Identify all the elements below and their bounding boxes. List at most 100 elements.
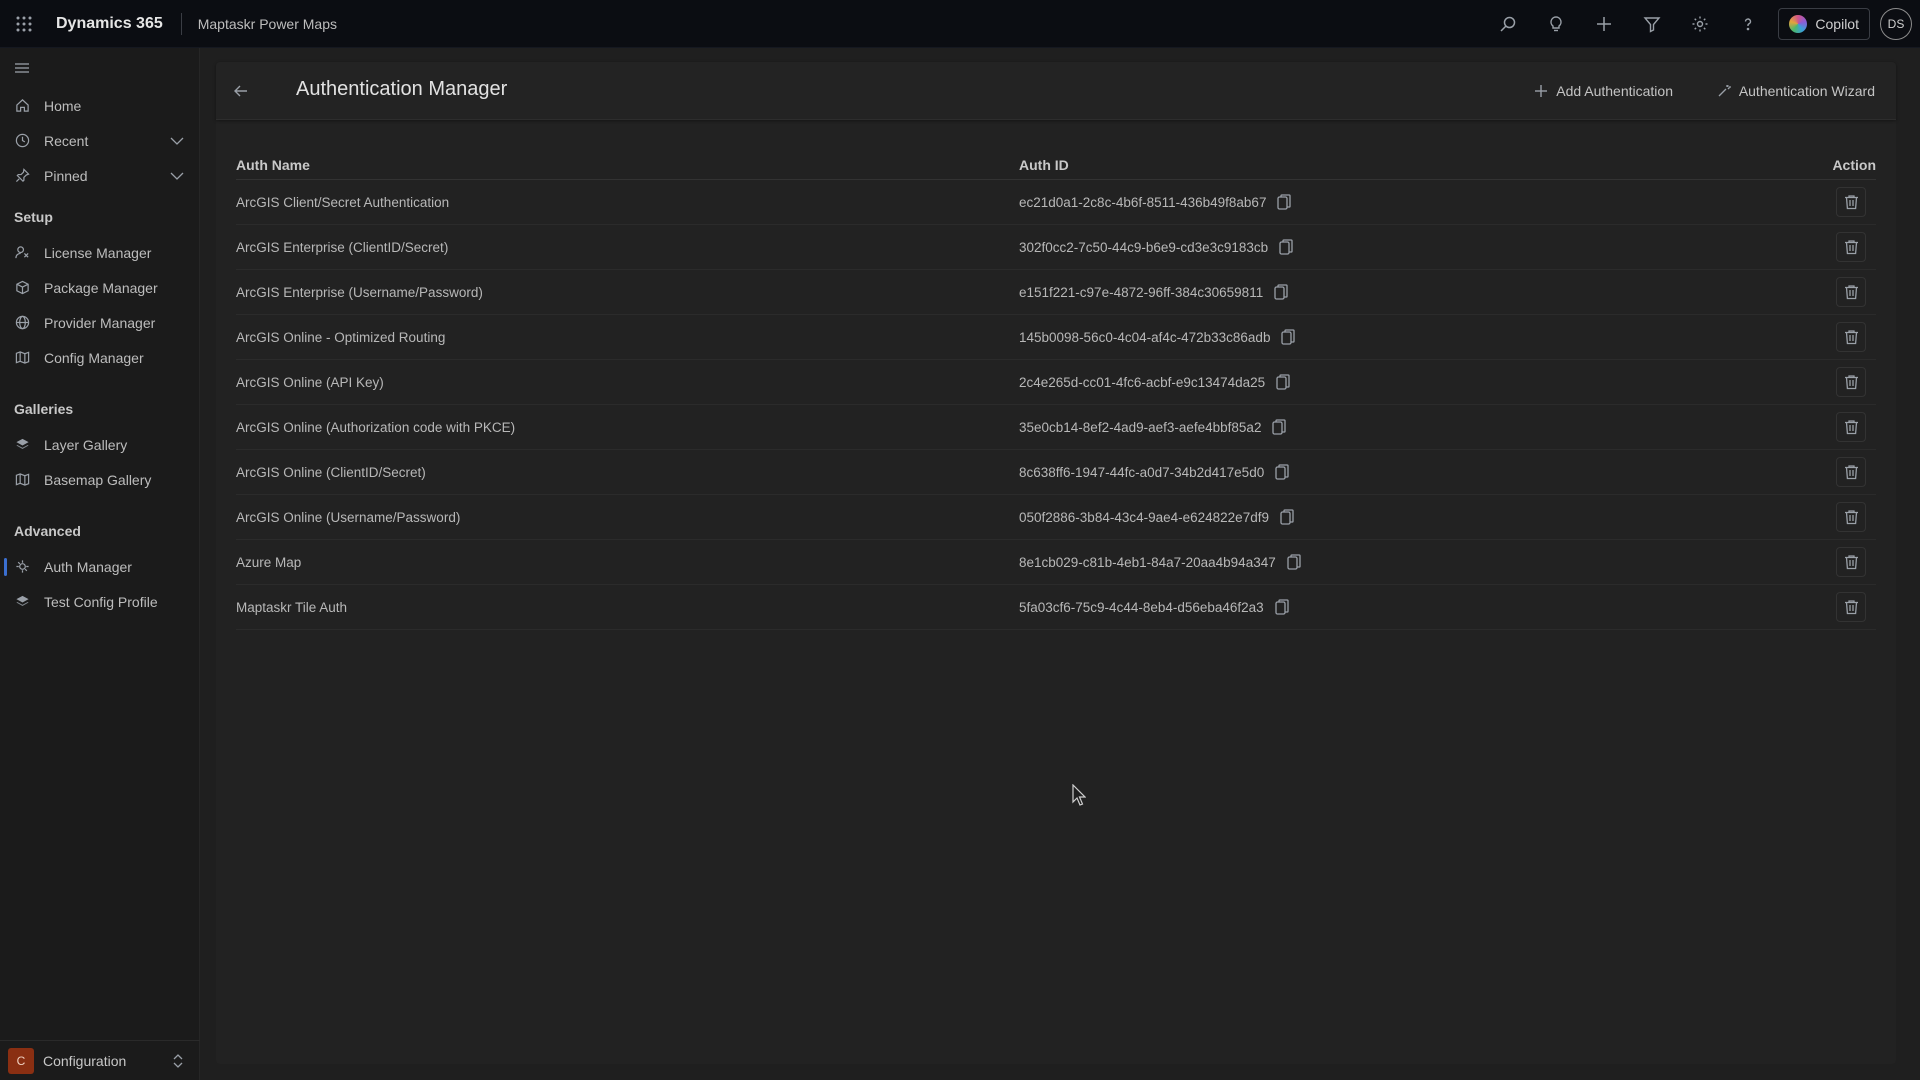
auth-name-cell: ArcGIS Enterprise (ClientID/Secret): [236, 239, 449, 255]
action-cell: [1799, 187, 1876, 217]
package-icon: [14, 280, 30, 296]
delete-button[interactable]: [1836, 592, 1866, 622]
filter-icon[interactable]: [1628, 0, 1676, 48]
delete-button[interactable]: [1836, 502, 1866, 532]
pin-icon: [14, 168, 30, 184]
sidebar-item-auth-manager[interactable]: Auth Manager: [0, 549, 199, 584]
area-switcher[interactable]: C Configuration: [0, 1040, 200, 1080]
delete-button[interactable]: [1836, 412, 1866, 442]
action-cell: [1799, 232, 1876, 262]
auth-id-cell: 5fa03cf6-75c9-4c44-8eb4-d56eba46f2a3: [1019, 599, 1799, 615]
sidebar-item-license-manager[interactable]: License Manager: [0, 235, 199, 270]
chevron-up-down-icon[interactable]: [170, 1053, 186, 1069]
delete-button[interactable]: [1836, 367, 1866, 397]
avatar[interactable]: DS: [1880, 8, 1912, 40]
auth-name-cell: Azure Map: [236, 554, 302, 570]
copy-icon[interactable]: [1276, 194, 1292, 210]
copy-icon[interactable]: [1286, 554, 1302, 570]
table-row[interactable]: ArcGIS Client/Secret Authentication ec21d…: [236, 180, 1876, 225]
sidebar-item-layer-gallery[interactable]: Layer Gallery: [0, 427, 199, 462]
trash-icon: [1844, 464, 1859, 480]
copilot-label: Copilot: [1815, 16, 1859, 32]
auth-name-cell: ArcGIS Online (ClientID/Secret): [236, 464, 426, 480]
sidebar-item-home[interactable]: Home: [0, 88, 199, 123]
sidebar-item-config-manager[interactable]: Config Manager: [0, 340, 199, 375]
help-icon[interactable]: [1724, 0, 1772, 48]
trash-icon: [1844, 329, 1859, 345]
table-row[interactable]: ArcGIS Online (API Key) 2c4e265d-cc01-4fc…: [236, 360, 1876, 405]
column-header-auth-id[interactable]: Auth ID: [1019, 157, 1799, 173]
copy-icon[interactable]: [1274, 599, 1290, 615]
authentication-wizard-button[interactable]: Authentication Wizard: [1717, 81, 1875, 101]
sidebar-item-package-manager[interactable]: Package Manager: [0, 270, 199, 305]
table-row[interactable]: Azure Map 8e1cb029-c81b-4eb1-84a7-20aa4b9…: [236, 540, 1876, 585]
delete-button[interactable]: [1836, 232, 1866, 262]
column-header-auth-name[interactable]: Auth Name: [236, 157, 1019, 173]
sidebar-item-recent[interactable]: Recent: [0, 123, 199, 158]
auth-id-cell: 302f0cc2-7c50-44c9-b6e9-cd3e3c9183cb: [1019, 239, 1799, 255]
test-icon: [14, 594, 30, 610]
sidebar-item-label: Layer Gallery: [44, 436, 128, 453]
section-advanced: Advanced: [14, 523, 81, 539]
section-galleries: Galleries: [14, 401, 74, 417]
sidebar-item-pinned[interactable]: Pinned: [0, 158, 199, 193]
delete-button[interactable]: [1836, 322, 1866, 352]
table-row[interactable]: ArcGIS Online (Username/Password) 050f288…: [236, 495, 1876, 540]
top-bar: Dynamics 365 Maptaskr Power Maps Copilot…: [0, 0, 1920, 48]
app-name[interactable]: Dynamics 365: [48, 12, 182, 35]
copilot-icon: [1789, 15, 1808, 33]
basemap-icon: [14, 472, 30, 488]
table-row[interactable]: ArcGIS Online - Optimized Routing 145b009…: [236, 315, 1876, 360]
copy-icon[interactable]: [1280, 329, 1296, 345]
table-body: ArcGIS Client/Secret Authentication ec21d…: [236, 180, 1876, 630]
copy-icon[interactable]: [1273, 284, 1289, 300]
table-row[interactable]: Maptaskr Tile Auth 5fa03cf6-75c9-4c44-8eb…: [236, 585, 1876, 630]
trash-icon: [1844, 239, 1859, 255]
add-authentication-button[interactable]: Add Authentication: [1534, 81, 1673, 101]
page-header: Authentication Manager Add Authenticatio…: [216, 62, 1896, 120]
auth-id-cell: 8c638ff6-1947-44fc-a0d7-34b2d417e5d0: [1019, 464, 1799, 480]
home-icon: [14, 98, 30, 114]
back-button[interactable]: [230, 80, 252, 102]
copilot-button[interactable]: Copilot: [1778, 8, 1870, 40]
waffle-icon[interactable]: [0, 0, 48, 48]
authentication-wizard-label: Authentication Wizard: [1738, 83, 1875, 99]
sidebar-item-provider-manager[interactable]: Provider Manager: [0, 305, 199, 340]
action-cell: [1799, 277, 1876, 307]
trash-icon: [1844, 374, 1859, 390]
auth-id-value: 050f2886-3b84-43c4-9ae4-e624822e7df9: [1019, 509, 1269, 525]
table-row[interactable]: ArcGIS Enterprise (Username/Password) e15…: [236, 270, 1876, 315]
chevron-down-icon[interactable]: [169, 168, 185, 184]
lightbulb-icon[interactable]: [1532, 0, 1580, 48]
clock-icon: [14, 133, 30, 149]
sidebar-item-test-config-profile[interactable]: Test Config Profile: [0, 584, 199, 619]
auth-name-cell: ArcGIS Online (Authorization code with P…: [236, 419, 516, 435]
table-row[interactable]: ArcGIS Online (ClientID/Secret) 8c638ff6-…: [236, 450, 1876, 495]
plus-icon[interactable]: [1580, 0, 1628, 48]
auth-name-cell: ArcGIS Online - Optimized Routing: [236, 329, 446, 345]
plus-icon: [1535, 85, 1548, 97]
gear-icon[interactable]: [1676, 0, 1724, 48]
chevron-down-icon[interactable]: [169, 133, 185, 149]
copy-icon[interactable]: [1275, 374, 1291, 390]
hamburger-icon[interactable]: [0, 48, 199, 88]
delete-button[interactable]: [1836, 187, 1866, 217]
action-cell: [1799, 412, 1876, 442]
sidebar-item-label: Basemap Gallery: [44, 471, 152, 488]
magic-wand-icon: [1718, 85, 1731, 97]
table-row[interactable]: ArcGIS Online (Authorization code with P…: [236, 405, 1876, 450]
page-title: Authentication Manager: [296, 78, 508, 100]
module-name[interactable]: Maptaskr Power Maps: [182, 16, 337, 32]
sidebar-item-basemap-gallery[interactable]: Basemap Gallery: [0, 462, 199, 497]
search-icon[interactable]: [1484, 0, 1532, 48]
delete-button[interactable]: [1836, 547, 1866, 577]
delete-button[interactable]: [1836, 277, 1866, 307]
layers-icon: [14, 437, 30, 453]
copy-icon[interactable]: [1279, 509, 1295, 525]
copy-icon[interactable]: [1274, 464, 1290, 480]
delete-button[interactable]: [1836, 457, 1866, 487]
license-icon: [14, 245, 30, 261]
table-row[interactable]: ArcGIS Enterprise (ClientID/Secret) 302f0…: [236, 225, 1876, 270]
copy-icon[interactable]: [1278, 239, 1294, 255]
copy-icon[interactable]: [1271, 419, 1287, 435]
